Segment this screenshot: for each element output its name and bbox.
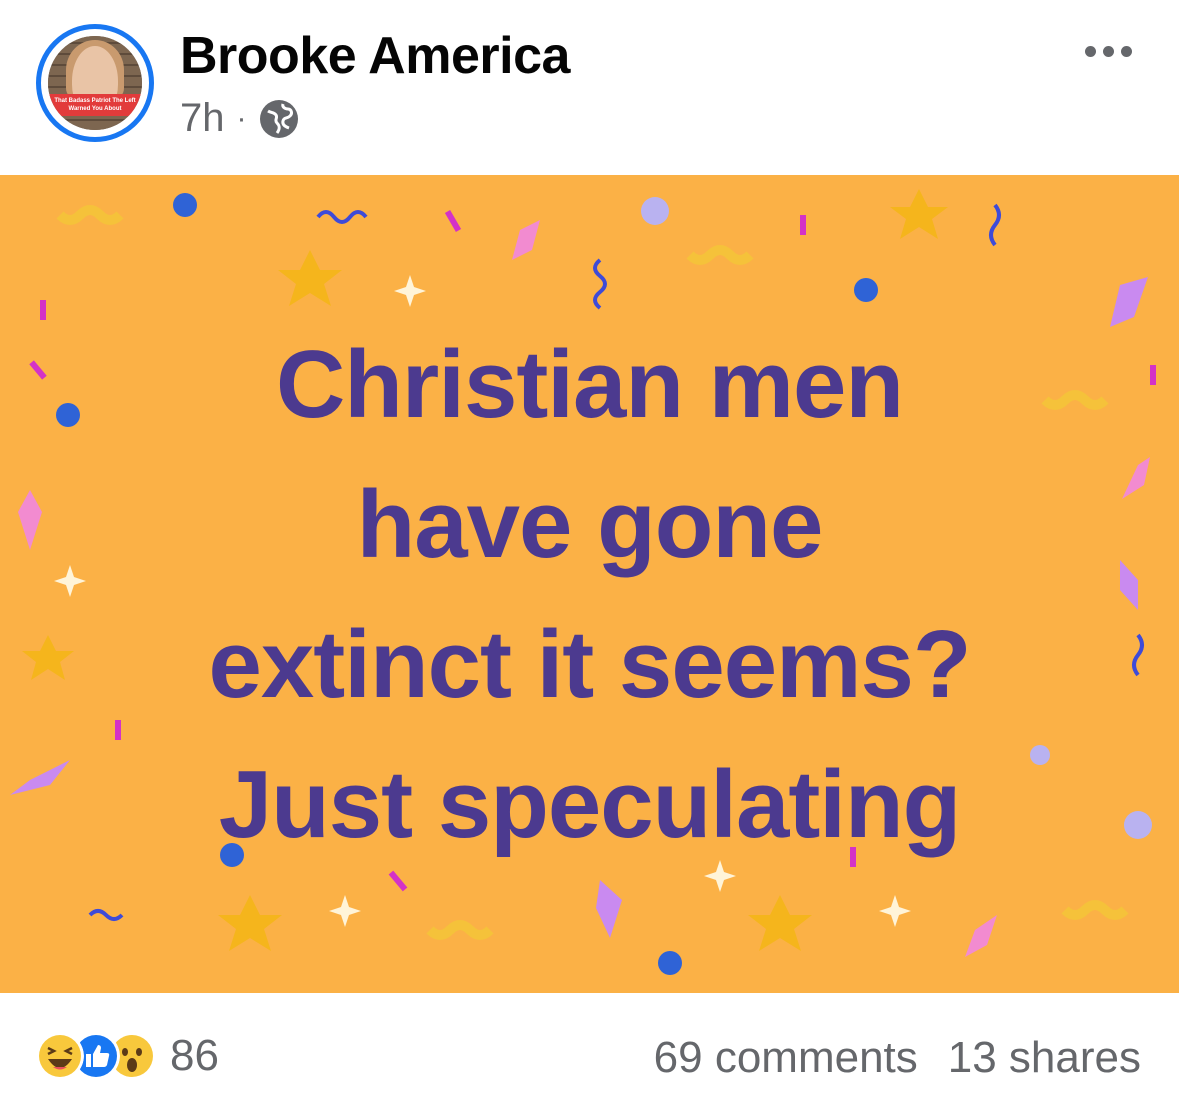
engagement-stats: 69 comments 13 shares <box>624 1033 1141 1083</box>
post-time[interactable]: 7h <box>180 96 225 141</box>
post-text-line: Christian men <box>275 331 904 438</box>
globe-icon[interactable] <box>259 99 299 139</box>
more-options-icon[interactable] <box>1085 44 1145 68</box>
meta-separator: · <box>236 101 247 135</box>
post-text-line: Just speculating <box>218 751 962 858</box>
avatar-banner-text: That Badass Patriot The Left Warned You … <box>48 94 142 116</box>
post-meta: 7h · <box>180 96 299 141</box>
post-text-line: have gone <box>356 471 824 578</box>
avatar-photo: That Badass Patriot The Left Warned You … <box>48 36 142 130</box>
post-text: Christian men have gone extinct it seems… <box>0 315 1179 875</box>
reaction-count: 86 <box>170 1031 219 1080</box>
haha-icon <box>36 1032 84 1080</box>
reactions-summary[interactable]: 86 <box>36 1031 219 1081</box>
post-header: That Badass Patriot The Left Warned You … <box>0 0 1179 175</box>
comments-count[interactable]: 69 comments <box>654 1033 918 1083</box>
author-name[interactable]: Brooke America <box>180 26 570 86</box>
post-text-line: extinct it seems? <box>208 611 972 718</box>
shares-count[interactable]: 13 shares <box>948 1033 1141 1083</box>
avatar[interactable]: That Badass Patriot The Left Warned You … <box>36 24 154 142</box>
post-footer: 86 69 comments 13 shares <box>0 993 1179 1105</box>
post-image: Christian men have gone extinct it seems… <box>0 175 1179 993</box>
